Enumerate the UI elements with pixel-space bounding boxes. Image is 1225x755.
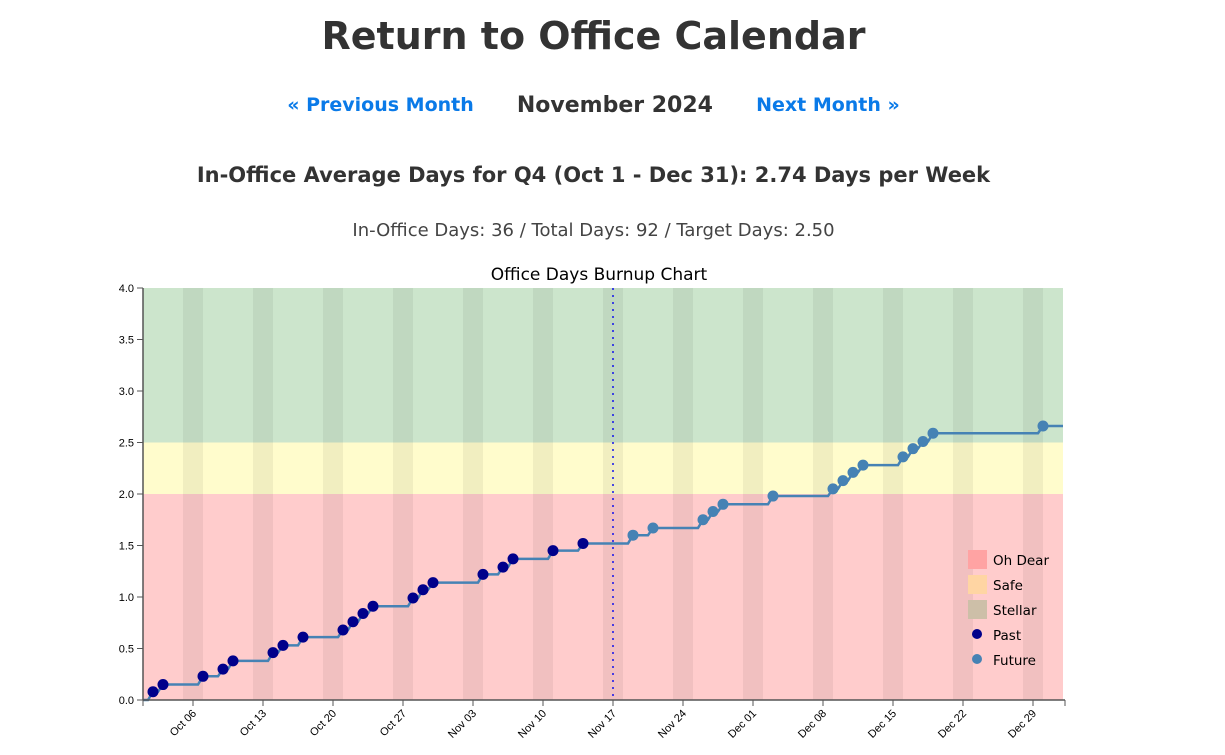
past-point	[417, 584, 429, 596]
future-point	[927, 427, 939, 439]
past-point	[507, 553, 519, 565]
legend-label: Past	[993, 628, 1021, 644]
past-point	[197, 670, 209, 682]
burnup-chart: Office Days Burnup Chart 0.0 0.5 1.0 1.5 2.0…	[119, 265, 1066, 741]
future-point	[847, 466, 859, 478]
x-tick-label: Dec 29	[1006, 708, 1039, 741]
future-point	[907, 443, 919, 455]
weekend-band	[883, 288, 903, 700]
legend-swatch	[968, 600, 987, 619]
future-point	[647, 522, 659, 534]
past-point	[547, 545, 559, 557]
legend-label: Future	[993, 653, 1036, 669]
weekend-band	[253, 288, 273, 700]
future-point	[837, 475, 849, 487]
chart-title: Office Days Burnup Chart	[491, 265, 708, 285]
y-tick-label: 1.5	[119, 541, 134, 553]
future-point	[767, 490, 779, 502]
past-point	[357, 607, 369, 619]
month-navigation: « Previous Month November 2024 Next Mont…	[0, 93, 1187, 118]
future-point	[627, 529, 639, 541]
y-tick-label: 0.5	[119, 644, 134, 656]
future-point	[697, 514, 709, 526]
past-point	[227, 655, 239, 667]
past-point	[277, 639, 289, 651]
x-tick-label: Oct 20	[308, 708, 339, 739]
x-tick-label: Nov 17	[586, 708, 619, 741]
x-tick-label: Dec 01	[726, 708, 759, 741]
past-point	[157, 679, 169, 691]
x-tick-label: Nov 24	[656, 708, 689, 741]
past-point	[337, 624, 349, 636]
x-tick-label: Oct 06	[168, 708, 199, 739]
y-tick-label: 4.0	[119, 283, 134, 295]
weekend-band	[1023, 288, 1043, 700]
weekend-band	[463, 288, 483, 700]
past-point	[217, 663, 229, 675]
legend-label: Oh Dear	[993, 553, 1049, 569]
past-point	[347, 616, 359, 628]
current-month-label: November 2024	[516, 93, 713, 118]
x-tick-label: Dec 22	[936, 708, 969, 741]
past-point	[577, 537, 589, 549]
y-tick-label: 3.5	[119, 335, 134, 347]
legend-dot	[972, 629, 982, 639]
weekend-band	[743, 288, 763, 700]
next-month-link[interactable]: Next Month »	[756, 94, 900, 116]
past-point	[297, 631, 309, 643]
legend-swatch	[968, 575, 987, 594]
x-tick-label: Oct 13	[238, 708, 269, 739]
previous-month-link[interactable]: « Previous Month	[287, 94, 474, 116]
future-point	[707, 506, 719, 518]
y-tick-label: 2.0	[119, 489, 134, 501]
past-point	[477, 568, 489, 580]
weekend-band	[183, 288, 203, 700]
future-point	[827, 483, 839, 495]
y-tick-label: 1.0	[119, 592, 134, 604]
legend-dot	[972, 654, 982, 664]
legend-label: Stellar	[993, 603, 1037, 619]
x-axis: Oct 06 Oct 13 Oct 20 Oct 27 Nov 03 Nov 10 Nov …	[142, 699, 1066, 741]
x-tick-label: Nov 10	[516, 708, 549, 741]
weekend-band	[953, 288, 973, 700]
x-tick-label: Dec 15	[866, 708, 899, 741]
future-point	[1037, 420, 1049, 432]
weekend-band	[533, 288, 553, 700]
past-point	[267, 647, 279, 659]
legend-swatch	[968, 550, 987, 569]
y-tick-label: 3.0	[119, 386, 134, 398]
past-point	[497, 561, 509, 573]
legend-label: Safe	[993, 578, 1023, 594]
future-point	[857, 459, 869, 471]
past-point	[407, 592, 419, 604]
future-point	[897, 451, 909, 463]
page-title: Return to Office Calendar	[321, 14, 866, 58]
x-tick-label: Dec 08	[796, 708, 829, 741]
office-days-stats: In-Office Days: 36 / Total Days: 92 / Ta…	[352, 220, 835, 241]
y-tick-label: 2.5	[119, 438, 134, 450]
y-tick-label: 0.0	[119, 695, 134, 707]
past-point	[427, 577, 439, 589]
future-point	[917, 435, 929, 447]
y-axis: 0.0 0.5 1.0 1.5 2.0 2.5 3.0 3.5 4.0	[119, 283, 144, 707]
quarter-average-heading: In-Office Average Days for Q4 (Oct 1 - D…	[196, 163, 991, 187]
past-point	[367, 600, 379, 612]
past-point	[147, 686, 159, 698]
weekend-band	[673, 288, 693, 700]
future-point	[717, 498, 729, 510]
weekend-band	[393, 288, 413, 700]
x-tick-label: Oct 27	[378, 708, 409, 739]
x-tick-label: Nov 03	[446, 708, 479, 741]
